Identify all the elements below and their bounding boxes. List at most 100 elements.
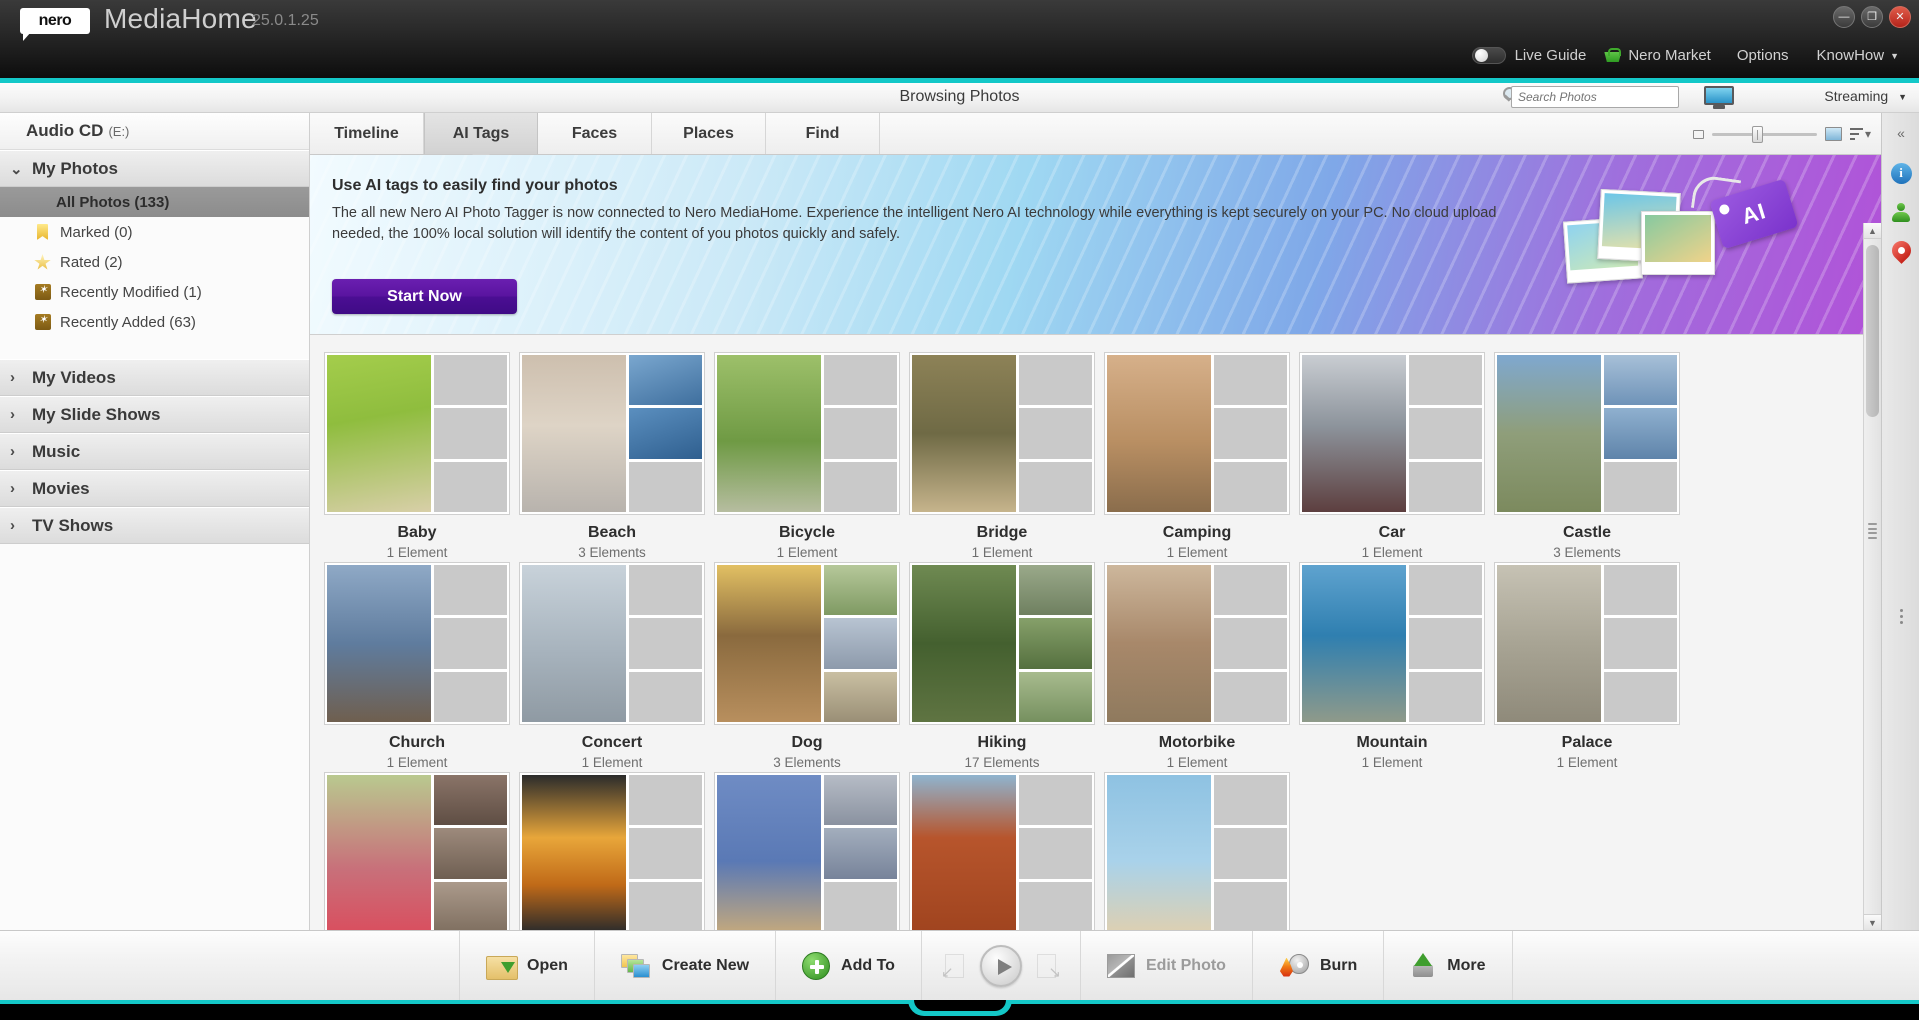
- tag-group-mountain[interactable]: Mountain 1 Element: [1299, 562, 1485, 770]
- tag-group-dog[interactable]: Dog 3 Elements: [714, 562, 900, 770]
- minimize-button[interactable]: —: [1833, 6, 1855, 28]
- slider-handle[interactable]: [1752, 126, 1763, 143]
- tag-group-concert[interactable]: Concert 1 Element: [519, 562, 705, 770]
- thumbnail-tile[interactable]: [519, 352, 705, 515]
- tag-name: Concert: [519, 734, 705, 752]
- thumbnail-tile[interactable]: [519, 772, 705, 930]
- thumbnail-tile[interactable]: [1299, 352, 1485, 515]
- sidebar-item-recently-modified[interactable]: Recently Modified (1): [0, 277, 309, 307]
- secondary-thumbnail: [824, 828, 897, 878]
- streaming-menu[interactable]: Streaming ▼: [1824, 88, 1907, 104]
- tag-group-baby[interactable]: Baby 1 Element: [324, 352, 510, 560]
- tab-faces[interactable]: Faces: [538, 113, 652, 154]
- tag-group-car[interactable]: Car 1 Element: [1299, 352, 1485, 560]
- primary-thumbnail: [912, 565, 1016, 722]
- add-to-button[interactable]: Add To: [776, 931, 922, 1000]
- tab-ai-tags[interactable]: AI Tags: [424, 113, 538, 154]
- sidebar-item-all-photos[interactable]: All Photos (133): [0, 187, 309, 217]
- thumbnail-size-slider[interactable]: [1712, 133, 1817, 136]
- sidebar-group-movies[interactable]: › Movies: [0, 470, 309, 507]
- live-guide-toggle[interactable]: [1472, 47, 1506, 64]
- sidebar-item-rated[interactable]: Rated (2): [0, 247, 309, 277]
- thumbnail-tile[interactable]: [714, 352, 900, 515]
- tag-group-hiking[interactable]: Hiking 17 Elements: [909, 562, 1095, 770]
- more-button[interactable]: More: [1384, 931, 1512, 1000]
- thumbnail-tile[interactable]: [909, 772, 1095, 930]
- search-box[interactable]: [1511, 86, 1679, 108]
- thumbnail-tile[interactable]: [909, 352, 1095, 515]
- collapse-panel-button[interactable]: «: [1882, 113, 1919, 153]
- create-new-button[interactable]: Create New: [595, 931, 776, 1000]
- previous-page-icon[interactable]: ↙: [940, 952, 970, 980]
- sort-button[interactable]: ▾: [1850, 127, 1871, 141]
- next-page-icon[interactable]: ↘: [1032, 952, 1062, 980]
- live-guide-control[interactable]: Live Guide: [1472, 47, 1587, 64]
- sidebar-item-recently-added[interactable]: Recently Added (63): [0, 307, 309, 337]
- open-button[interactable]: Open: [460, 931, 595, 1000]
- thumbnail-tile[interactable]: [1299, 562, 1485, 725]
- small-thumbnail-icon[interactable]: [1693, 130, 1704, 139]
- scroll-up-arrow[interactable]: ▲: [1864, 223, 1881, 239]
- tag-group-bridge[interactable]: Bridge 1 Element: [909, 352, 1095, 560]
- tag-group-partial[interactable]: [324, 772, 510, 930]
- scroll-down-arrow[interactable]: ▼: [1864, 914, 1881, 930]
- sidebar-group-tv-shows[interactable]: › TV Shows: [0, 507, 309, 544]
- start-now-button[interactable]: Start Now: [332, 279, 517, 314]
- thumbnail-tile[interactable]: [324, 352, 510, 515]
- maximize-button[interactable]: ❐: [1861, 6, 1883, 28]
- people-panel-button[interactable]: [1882, 193, 1919, 233]
- primary-thumbnail: [327, 775, 431, 930]
- display-device-icon[interactable]: [1701, 85, 1737, 110]
- tag-group-camping[interactable]: Camping 1 Element: [1104, 352, 1290, 560]
- tab-timeline[interactable]: Timeline: [310, 113, 424, 154]
- knowhow-menu[interactable]: KnowHow▼: [1803, 43, 1913, 68]
- tag-group-motorbike[interactable]: Motorbike 1 Element: [1104, 562, 1290, 770]
- thumbnail-tile[interactable]: [714, 562, 900, 725]
- sidebar-group-music[interactable]: › Music: [0, 433, 309, 470]
- tag-group-partial[interactable]: [714, 772, 900, 930]
- play-icon[interactable]: [980, 945, 1022, 987]
- rail-grip[interactable]: [1882, 603, 1919, 629]
- bottom-accent-bar: [0, 1000, 1919, 1020]
- scrollbar-thumb[interactable]: [1866, 245, 1879, 417]
- sidebar-group-my-photos[interactable]: ⌄ My Photos: [0, 150, 309, 187]
- tag-group-beach[interactable]: Beach 3 Elements: [519, 352, 705, 560]
- thumbnail-tile[interactable]: [324, 772, 510, 930]
- close-button[interactable]: ✕: [1889, 6, 1911, 28]
- thumbnail-tile[interactable]: [519, 562, 705, 725]
- tag-group-partial[interactable]: [519, 772, 705, 930]
- burn-button[interactable]: Burn: [1253, 931, 1384, 1000]
- search-input[interactable]: [1518, 90, 1678, 104]
- tag-group-castle[interactable]: Castle 3 Elements: [1494, 352, 1680, 560]
- thumbnail-tile[interactable]: [1494, 562, 1680, 725]
- tag-group-church[interactable]: Church 1 Element: [324, 562, 510, 770]
- options-menu[interactable]: Options: [1723, 43, 1803, 68]
- tab-find[interactable]: Find: [766, 113, 880, 154]
- sidebar-item-marked[interactable]: Marked (0): [0, 217, 309, 247]
- secondary-thumbnail: [629, 565, 702, 615]
- tag-group-bicycle[interactable]: Bicycle 1 Element: [714, 352, 900, 560]
- thumbnail-tile[interactable]: [1494, 352, 1680, 515]
- tab-places[interactable]: Places: [652, 113, 766, 154]
- thumbnail-tile[interactable]: [909, 562, 1095, 725]
- thumbnail-tile[interactable]: [1104, 562, 1290, 725]
- tag-group-partial[interactable]: [1104, 772, 1290, 930]
- sidebar-group-my-slide-shows[interactable]: › My Slide Shows: [0, 396, 309, 433]
- large-thumbnail-icon[interactable]: [1825, 127, 1842, 141]
- tag-group-palace[interactable]: Palace 1 Element: [1494, 562, 1680, 770]
- info-panel-button[interactable]: i: [1882, 153, 1919, 193]
- thumbnail-tile[interactable]: [324, 562, 510, 725]
- thumbnail-tile[interactable]: [1104, 772, 1290, 930]
- sidebar-group-my-videos[interactable]: › My Videos: [0, 359, 309, 396]
- places-panel-button[interactable]: [1882, 233, 1919, 273]
- secondary-thumbnail: [434, 672, 507, 722]
- thumbnail-tile[interactable]: [1104, 352, 1290, 515]
- edit-photo-button[interactable]: Edit Photo: [1081, 931, 1253, 1000]
- sidebar-device-header[interactable]: Audio CD (E:): [0, 113, 309, 150]
- tag-group-partial[interactable]: [909, 772, 1095, 930]
- content-scrollbar[interactable]: ▲ ▼: [1863, 223, 1881, 930]
- chevron-down-icon: ▼: [1890, 51, 1899, 61]
- thumbnail-tile[interactable]: [714, 772, 900, 930]
- nero-market-button[interactable]: Nero Market: [1592, 43, 1723, 68]
- people-icon: [1891, 203, 1911, 223]
